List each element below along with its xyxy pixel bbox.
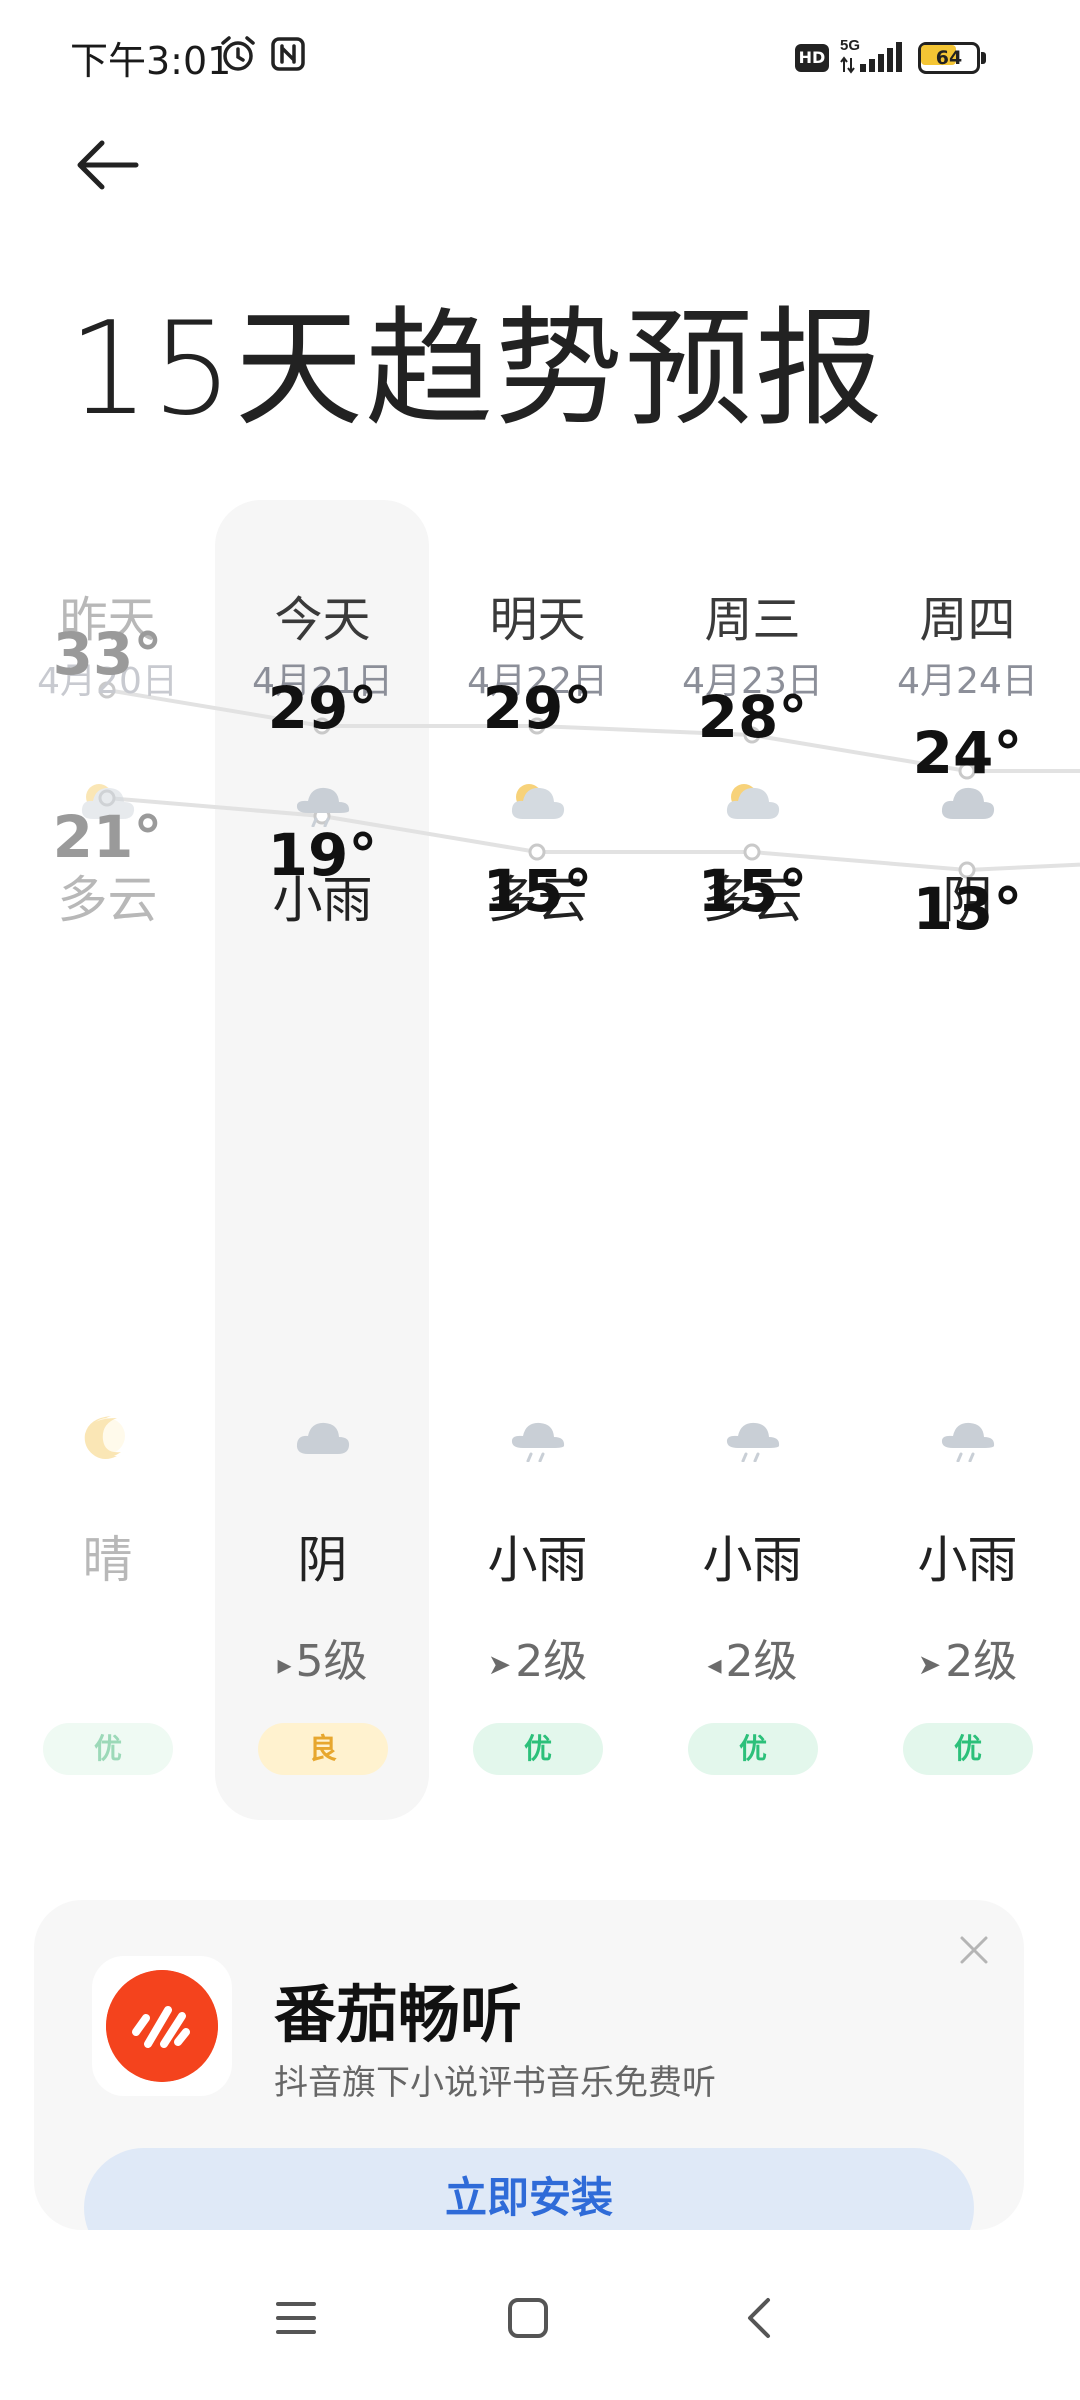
wind-level-text: 2级	[945, 1636, 1018, 1687]
day-column[interactable]: 昨天 4月20日 多云晴优	[0, 490, 215, 1830]
alarm-icon	[221, 36, 255, 71]
high-temp-label: 29°	[267, 674, 378, 742]
aqi-badge: 良	[258, 1723, 388, 1775]
wind-direction-icon: ➤	[487, 1647, 512, 1681]
low-temp-label: 19°	[267, 821, 378, 889]
wind-level: ◂2级	[645, 1625, 860, 1689]
partly-cloudy-icon	[507, 775, 569, 827]
low-temp-label: 15°	[697, 857, 808, 925]
high-temp-label: 24°	[912, 719, 1023, 787]
aqi-badge: 优	[688, 1723, 818, 1775]
ad-subtitle: 抖音旗下小说评书音乐免费听	[274, 2063, 716, 2103]
low-temp-label: 21°	[52, 803, 163, 871]
wind-level-text: 5级	[295, 1636, 368, 1687]
light-rain-icon	[722, 1410, 784, 1463]
aqi-badge: 优	[473, 1723, 603, 1775]
low-temp-label: 15°	[482, 857, 593, 925]
battery-level-text: 64	[935, 47, 963, 69]
high-temp-label: 33°	[52, 620, 163, 688]
wind-level-text: 2级	[725, 1636, 798, 1687]
day-name: 今天	[274, 592, 371, 648]
hd-icon: HD	[795, 44, 829, 72]
nfc-icon	[271, 37, 305, 71]
light-rain-icon	[507, 1410, 569, 1463]
day-name: 明天	[489, 592, 586, 648]
day-name: 周四	[919, 592, 1016, 648]
aqi-badge: 优	[903, 1723, 1033, 1775]
status-bar: 下午3:01 HD 5G 64	[0, 0, 1080, 110]
day-name: 周三	[704, 592, 801, 648]
day-column[interactable]: 周四 4月24日阴小雨 ➤2级优	[860, 490, 1075, 1830]
wind-level: ➤2级	[860, 1625, 1075, 1689]
battery-tip	[981, 52, 986, 64]
back-nav-icon[interactable]	[730, 2288, 790, 2348]
night-condition: 阴	[297, 1531, 348, 1589]
ad-card[interactable]: 番茄畅听 抖音旗下小说评书音乐免费听 立即安装	[34, 1900, 1024, 2230]
light-rain-icon	[937, 1410, 999, 1463]
menu-icon[interactable]	[266, 2288, 326, 2348]
tomato-app-logo	[106, 1970, 218, 2082]
partly-cloudy-icon	[722, 775, 784, 827]
cloud-icon	[292, 1410, 354, 1462]
close-icon[interactable]	[954, 1930, 994, 1970]
network-type: 5G	[840, 37, 860, 54]
wind-level: ➤2级	[430, 1625, 645, 1689]
high-temp-label: 28°	[697, 683, 808, 751]
high-temp-label: 29°	[482, 674, 593, 742]
ad-app-icon[interactable]	[92, 1956, 232, 2096]
night-condition: 小雨	[487, 1531, 588, 1589]
forecast-trend[interactable]: 昨天 4月20日 多云晴优今天 4月21日 小雨阴 ▸5级良明天 4月22日 多云 小雨 ➤2级优…	[0, 490, 1080, 1830]
day-date: 4月24日	[897, 661, 1038, 702]
wind-level-text: 2级	[515, 1636, 588, 1687]
battery-icon: 64	[918, 42, 988, 74]
wind-level: ▸5级	[215, 1625, 430, 1689]
wind-direction-icon: ◂	[707, 1647, 722, 1681]
wind-direction-icon: ➤	[917, 1647, 942, 1681]
ad-title: 番茄畅听	[274, 1978, 523, 2051]
signal-icon: 5G	[840, 37, 902, 74]
aqi-badge: 优	[43, 1723, 173, 1775]
install-button[interactable]: 立即安装	[84, 2148, 974, 2230]
navigation-bar	[0, 2230, 1080, 2400]
low-temp-label: 13°	[912, 875, 1023, 943]
back-arrow-icon[interactable]	[70, 130, 150, 200]
night-condition: 小雨	[702, 1531, 803, 1589]
night-condition: 晴	[82, 1531, 133, 1589]
status-time: 下午3:01	[70, 39, 232, 83]
night-condition: 小雨	[917, 1531, 1018, 1589]
page-title: 15天趋势预报	[68, 295, 885, 444]
moon-icon	[77, 1410, 139, 1462]
home-icon[interactable]	[498, 2288, 558, 2348]
light-rain-icon	[292, 775, 354, 828]
wind-direction-icon: ▸	[277, 1647, 292, 1681]
